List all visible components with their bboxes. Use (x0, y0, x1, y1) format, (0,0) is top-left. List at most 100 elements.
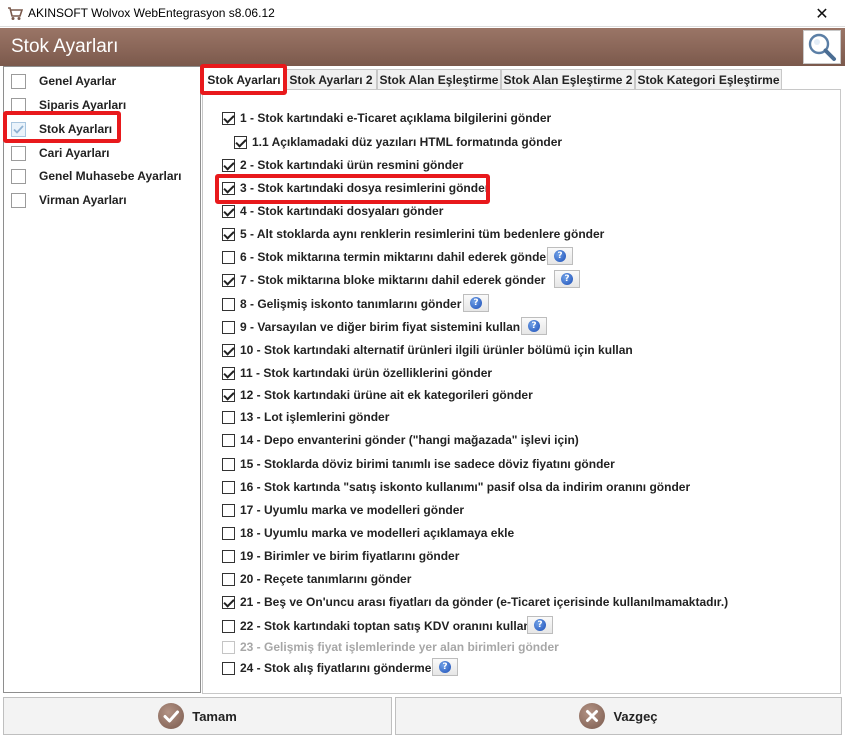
help-button[interactable]: ? (463, 294, 489, 312)
checkbox-unchecked[interactable] (222, 250, 235, 264)
option-label: 15 - Stoklarda döviz birimi tanımlı ise … (240, 457, 615, 471)
checkbox-unchecked[interactable] (222, 619, 235, 633)
option-row-2[interactable]: 2 - Stok kartındaki ürün resmini gönder (222, 156, 463, 174)
checkbox-unchecked[interactable] (222, 549, 235, 563)
option-row-5[interactable]: 5 - Alt stoklarda aynı renklerin resimle… (222, 225, 604, 243)
cancel-button[interactable]: Vazgeç (395, 697, 842, 735)
sidebar-item-cari-ayarlari[interactable]: Cari Ayarları (8, 142, 193, 164)
option-label: 24 - Stok alış fiyatlarını gönderme (240, 661, 432, 675)
checkbox-unchecked[interactable] (222, 661, 235, 675)
option-row-3[interactable]: 3 - Stok kartındaki dosya resimlerini gö… (222, 179, 489, 197)
option-row-24[interactable]: 24 - Stok alış fiyatlarını gönderme (222, 659, 431, 677)
tab-stok-ayarlari-2[interactable]: Stok Ayarları 2 (285, 69, 377, 90)
checkbox-checked[interactable] (222, 388, 235, 402)
help-question-icon: ? (534, 619, 546, 631)
sidebar-checkbox-icon (11, 73, 26, 89)
option-row-20[interactable]: 20 - Reçete tanımlarını gönder (222, 570, 411, 588)
option-label: 13 - Lot işlemlerini gönder (240, 410, 390, 424)
sidebar-item-genel-ayarlar[interactable]: Genel Ayarlar (8, 70, 193, 92)
ok-button[interactable]: Tamam (3, 697, 392, 735)
checkbox-unchecked[interactable] (222, 433, 235, 447)
search-icon (808, 33, 836, 61)
option-row-8[interactable]: 8 - Gelişmiş iskonto tanımlarını gönder (222, 295, 461, 313)
option-row-12[interactable]: 12 - Stok kartındaki ürüne ait ek katego… (222, 386, 533, 404)
checkbox-checked[interactable] (222, 366, 235, 380)
sidebar-item-siparis-ayarlari[interactable]: Siparis Ayarları (8, 94, 193, 116)
option-label: 9 - Varsayılan ve diğer birim fiyat sist… (240, 320, 521, 334)
option-label: 18 - Uyumlu marka ve modelleri açıklamay… (240, 526, 515, 540)
help-button[interactable]: ? (554, 270, 580, 288)
window-title: AKINSOFT Wolvox WebEntegrasyon s8.06.12 (28, 6, 275, 20)
checkbox-unchecked[interactable] (222, 320, 235, 334)
help-button[interactable]: ? (521, 317, 547, 335)
checkbox-unchecked[interactable] (222, 410, 235, 424)
tab-stok-alan-eslestirme[interactable]: Stok Alan Eşleştirme (377, 69, 501, 90)
checkbox-unchecked[interactable] (222, 457, 235, 471)
checkbox-checked[interactable] (222, 273, 235, 287)
tab-stok-ayarlari[interactable]: Stok Ayarları (203, 67, 285, 91)
help-button[interactable]: ? (527, 616, 553, 634)
option-label: 12 - Stok kartındaki ürüne ait ek katego… (240, 388, 533, 402)
option-row-10[interactable]: 10 - Stok kartındaki alternatif ürünleri… (222, 341, 633, 359)
checkbox-checked[interactable] (222, 111, 235, 125)
option-row-13[interactable]: 13 - Lot işlemlerini gönder (222, 408, 389, 426)
option-label: 22 - Stok kartındaki toptan satış KDV or… (240, 619, 531, 633)
sidebar-item-label: Cari Ayarları (39, 146, 110, 160)
checkbox-checked[interactable] (222, 595, 235, 609)
help-button[interactable]: ? (547, 247, 573, 265)
title-bar: AKINSOFT Wolvox WebEntegrasyon s8.06.12 … (0, 0, 845, 27)
checkbox-checked[interactable] (234, 135, 247, 149)
option-row-14[interactable]: 14 - Depo envanterini gönder ("hangi mağ… (222, 431, 579, 449)
option-label: 21 - Beş ve On'uncu arası fiyatları da g… (240, 595, 729, 609)
option-row-17[interactable]: 17 - Uyumlu marka ve modelleri gönder (222, 501, 464, 519)
checkbox-unchecked (222, 640, 235, 654)
option-row-4[interactable]: 4 - Stok kartındaki dosyaları gönder (222, 202, 443, 220)
tab-stok-alan-eslestirme-2[interactable]: Stok Alan Eşleştirme 2 (501, 69, 635, 90)
sidebar-item-virman-ayarlari[interactable]: Virman Ayarları (8, 189, 193, 211)
option-row-16[interactable]: 16 - Stok kartında "satış iskonto kullan… (222, 478, 690, 496)
sidebar-checkbox-checked-icon (11, 121, 26, 137)
option-label: 20 - Reçete tanımlarını gönder (240, 572, 412, 586)
checkbox-checked[interactable] (222, 181, 235, 195)
checkbox-unchecked[interactable] (222, 480, 235, 494)
option-label: 2 - Stok kartındaki ürün resmini gönder (240, 158, 464, 172)
checkbox-checked[interactable] (222, 343, 235, 357)
option-label: 5 - Alt stoklarda aynı renklerin resimle… (240, 227, 605, 241)
option-row-6[interactable]: 6 - Stok miktarına termin miktarını dahi… (222, 248, 551, 266)
option-row-7[interactable]: 7 - Stok miktarına bloke miktarını dahil… (222, 271, 545, 289)
search-button[interactable] (803, 30, 841, 64)
cancel-x-icon (579, 703, 606, 729)
option-label: 8 - Gelişmiş iskonto tanımlarını gönder (240, 297, 462, 311)
option-label: 4 - Stok kartındaki dosyaları gönder (240, 204, 444, 218)
option-label: 6 - Stok miktarına termin miktarını dahi… (240, 250, 551, 264)
check-icon (158, 703, 185, 729)
sidebar-item-stok-ayarlari[interactable]: Stok Ayarları (8, 118, 193, 140)
checkbox-unchecked[interactable] (222, 572, 235, 586)
close-window-button[interactable]: ✕ (799, 0, 845, 27)
option-row-1[interactable]: 1 - Stok kartındaki e-Ticaret açıklama b… (222, 109, 551, 127)
checkbox-unchecked[interactable] (222, 526, 235, 540)
option-label: 1 - Stok kartındaki e-Ticaret açıklama b… (240, 111, 552, 125)
checkbox-unchecked[interactable] (222, 297, 235, 311)
option-row-1-1[interactable]: 1.1 Açıklamadaki düz yazıları HTML forma… (234, 133, 562, 151)
option-row-22[interactable]: 22 - Stok kartındaki toptan satış KDV or… (222, 617, 531, 635)
checkbox-checked[interactable] (222, 204, 235, 218)
checkbox-checked[interactable] (222, 227, 235, 241)
checkbox-unchecked[interactable] (222, 503, 235, 517)
option-row-9[interactable]: 9 - Varsayılan ve diğer birim fiyat sist… (222, 318, 520, 336)
option-row-19[interactable]: 19 - Birimler ve birim fiyatlarını gönde… (222, 547, 459, 565)
help-question-icon: ? (528, 320, 540, 332)
sidebar-item-label: Virman Ayarları (39, 193, 127, 207)
option-row-18[interactable]: 18 - Uyumlu marka ve modelleri açıklamay… (222, 524, 514, 542)
help-button[interactable]: ? (432, 658, 458, 676)
sidebar-checkbox-icon (11, 192, 26, 208)
sidebar-item-genel-muhasebe-ayarlari[interactable]: Genel Muhasebe Ayarları (8, 165, 193, 187)
checkbox-checked[interactable] (222, 158, 235, 172)
option-row-15[interactable]: 15 - Stoklarda döviz birimi tanımlı ise … (222, 455, 615, 473)
tab-stok-kategori-eslestirme[interactable]: Stok Kategori Eşleştirme (635, 69, 782, 90)
ok-button-label: Tamam (192, 708, 237, 724)
option-row-21[interactable]: 21 - Beş ve On'uncu arası fiyatları da g… (222, 593, 728, 611)
option-label: 10 - Stok kartındaki alternatif ürünleri… (240, 343, 633, 357)
page-title: Stok Ayarları (11, 36, 119, 57)
option-row-11[interactable]: 11 - Stok kartındaki ürün özelliklerini … (222, 364, 492, 382)
